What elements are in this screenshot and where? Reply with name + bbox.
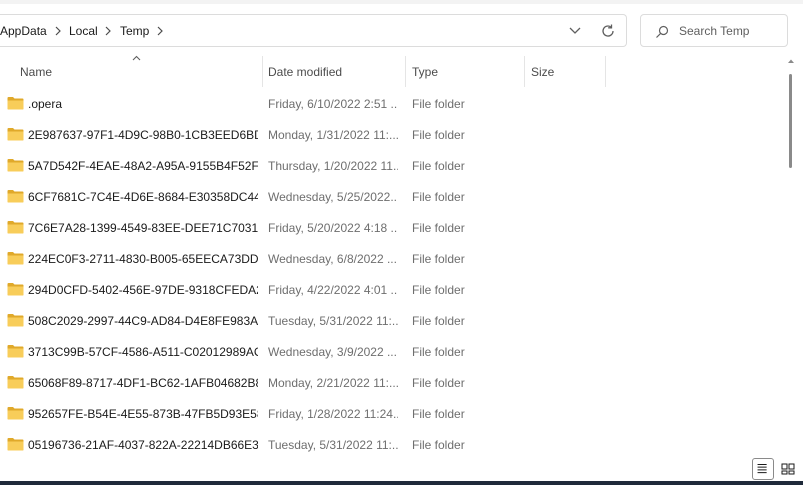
file-type: File folder	[412, 221, 465, 235]
folder-icon	[7, 376, 24, 389]
list-item[interactable]: .opera Friday, 6/10/2022 2:51 ... File f…	[0, 88, 780, 119]
list-item[interactable]: 224EC0F3-2711-4830-B005-65EECA73DD56 Wed…	[0, 243, 780, 274]
file-type: File folder	[412, 314, 465, 328]
file-date: Wednesday, 5/25/2022...	[268, 190, 398, 204]
file-name: 3713C99B-57CF-4586-A511-C02012989ACF	[28, 345, 258, 359]
file-name: 65068F89-8717-4DF1-BC62-1AFB04682B8B	[28, 376, 258, 390]
file-name: 224EC0F3-2711-4830-B005-65EECA73DD56	[28, 252, 258, 266]
list-item[interactable]: 508C2029-2997-44C9-AD84-D4E8FE983A0D Tue…	[0, 305, 780, 336]
file-date: Friday, 6/10/2022 2:51 ...	[268, 97, 398, 111]
list-item[interactable]: 2E987637-97F1-4D9C-98B0-1CB3EED6BD42 Mon…	[0, 119, 780, 150]
file-date: Friday, 4/22/2022 4:01 ...	[268, 283, 398, 297]
file-date: Monday, 1/31/2022 11:...	[268, 128, 398, 142]
list-item[interactable]: 65068F89-8717-4DF1-BC62-1AFB04682B8B Mon…	[0, 367, 780, 398]
column-header-type-label: Type	[412, 65, 439, 79]
window-top-edge	[0, 0, 803, 4]
folder-icon	[7, 252, 24, 265]
folder-icon	[7, 97, 24, 110]
search-box[interactable]	[640, 14, 788, 47]
file-date: Wednesday, 3/9/2022 ...	[268, 345, 397, 359]
file-type: File folder	[412, 159, 465, 173]
file-name: .opera	[28, 97, 63, 111]
file-name: 294D0CFD-5402-456E-97DE-9318CFEDA2...	[28, 283, 258, 297]
file-date: Thursday, 1/20/2022 11...	[268, 159, 398, 173]
breadcrumb-temp[interactable]: Temp	[120, 24, 149, 38]
folder-icon	[7, 190, 24, 203]
column-header-name[interactable]: Name	[0, 56, 262, 87]
file-name: 5A7D542F-4EAE-48A2-A95A-9155B4F52F4B	[28, 159, 258, 173]
folder-icon	[7, 221, 24, 234]
address-bar[interactable]: AppData Local Temp	[0, 14, 627, 47]
file-type: File folder	[412, 128, 465, 142]
file-name: 6CF7681C-7C4E-4D6E-8684-E30358DC44D2	[28, 190, 258, 204]
column-header-date[interactable]: Date modified	[263, 56, 405, 87]
chevron-right-icon	[55, 26, 61, 36]
list-item[interactable]: 05196736-21AF-4037-822A-22214DB66E3F Tue…	[0, 429, 780, 460]
file-type: File folder	[412, 438, 465, 452]
file-type: File folder	[412, 407, 465, 421]
chevron-right-icon[interactable]	[157, 26, 163, 36]
file-type: File folder	[412, 190, 465, 204]
file-date: Tuesday, 5/31/2022 11:...	[268, 438, 398, 452]
column-divider[interactable]	[605, 56, 606, 87]
file-type: File folder	[412, 376, 465, 390]
details-view-button[interactable]	[752, 458, 774, 480]
folder-icon	[7, 438, 24, 451]
large-icons-view-button[interactable]	[777, 458, 799, 480]
folder-icon	[7, 407, 24, 420]
file-type: File folder	[412, 252, 465, 266]
column-header-size-label: Size	[531, 65, 555, 79]
file-name: 508C2029-2997-44C9-AD84-D4E8FE983A0D	[28, 314, 258, 328]
scrollbar-thumb[interactable]	[789, 74, 792, 168]
column-header-name-label: Name	[20, 65, 53, 79]
file-date: Friday, 5/20/2022 4:18 ...	[268, 221, 398, 235]
list-item[interactable]: 6CF7681C-7C4E-4D6E-8684-E30358DC44D2 Wed…	[0, 181, 780, 212]
chevron-right-icon	[105, 26, 111, 36]
folder-icon	[7, 159, 24, 172]
breadcrumb-local[interactable]: Local	[69, 24, 98, 38]
file-name: 2E987637-97F1-4D9C-98B0-1CB3EED6BD42	[28, 128, 258, 142]
file-name: 7C6E7A28-1399-4549-83EE-DEE71C70312E	[28, 221, 258, 235]
file-name: 952657FE-B54E-4E55-873B-47FB5D93E589	[28, 407, 258, 421]
file-date: Friday, 1/28/2022 11:24...	[268, 407, 398, 421]
search-input[interactable]	[679, 20, 784, 42]
folder-icon	[7, 128, 24, 141]
list-item[interactable]: 952657FE-B54E-4E55-873B-47FB5D93E589 Fri…	[0, 398, 780, 429]
list-item[interactable]: 3713C99B-57CF-4586-A511-C02012989ACF Wed…	[0, 336, 780, 367]
folder-icon	[7, 314, 24, 327]
file-date: Tuesday, 5/31/2022 11:...	[268, 314, 398, 328]
file-date: Monday, 2/21/2022 11:...	[268, 376, 398, 390]
breadcrumb-appdata[interactable]: AppData	[0, 24, 47, 38]
tiles-view-icon	[781, 463, 795, 475]
file-type: File folder	[412, 283, 465, 297]
details-view-icon	[757, 463, 767, 474]
list-item[interactable]: 5A7D542F-4EAE-48A2-A95A-9155B4F52F4B Thu…	[0, 150, 780, 181]
list-item[interactable]: 294D0CFD-5402-456E-97DE-9318CFEDA2... Fr…	[0, 274, 780, 305]
scroll-up-icon[interactable]	[787, 58, 795, 64]
column-header-size[interactable]: Size	[525, 56, 605, 87]
folder-icon	[7, 345, 24, 358]
refresh-icon[interactable]	[598, 21, 618, 41]
vertical-scrollbar[interactable]	[787, 56, 797, 456]
address-history-dropdown-icon[interactable]	[565, 22, 585, 40]
taskbar-edge	[0, 481, 803, 485]
file-name: 05196736-21AF-4037-822A-22214DB66E3F	[28, 438, 258, 452]
column-header-type[interactable]: Type	[406, 56, 524, 87]
file-type: File folder	[412, 345, 465, 359]
file-explorer-window: AppData Local Temp Name Date modified Ty…	[0, 0, 803, 485]
column-header-date-label: Date modified	[268, 65, 343, 79]
file-date: Wednesday, 6/8/2022 ...	[268, 252, 397, 266]
file-type: File folder	[412, 97, 465, 111]
list-item[interactable]: 7C6E7A28-1399-4549-83EE-DEE71C70312E Fri…	[0, 212, 780, 243]
folder-icon	[7, 283, 24, 296]
search-icon	[656, 25, 669, 38]
